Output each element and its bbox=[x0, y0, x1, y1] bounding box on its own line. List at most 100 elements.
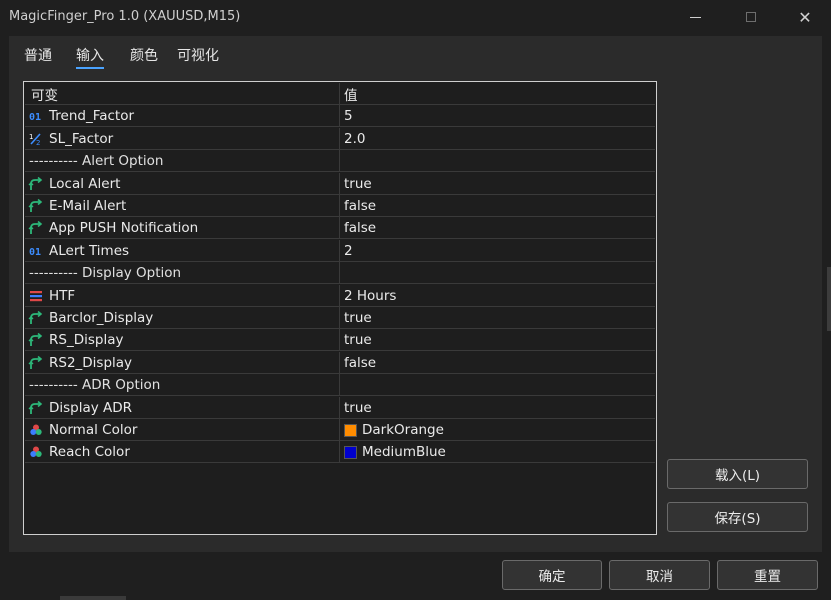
value-cell[interactable]: DarkOrange bbox=[341, 419, 655, 441]
variable-cell: 1 2 SL_Factor bbox=[25, 128, 340, 150]
value-cell[interactable]: true bbox=[341, 307, 655, 329]
variable-name: Local Alert bbox=[49, 176, 121, 192]
section-separator-row: ---------- Alert Option bbox=[25, 150, 655, 172]
variable-name: E-Mail Alert bbox=[49, 198, 127, 214]
maximize-button[interactable] bbox=[728, 0, 774, 34]
close-button[interactable]: ✕ bbox=[782, 0, 828, 34]
input-row[interactable]: RS_Display true bbox=[25, 329, 655, 351]
value-cell[interactable]: MediumBlue bbox=[341, 441, 655, 463]
svg-text:01: 01 bbox=[29, 112, 41, 122]
header-variable-cell: 可变 bbox=[25, 83, 340, 105]
value-cell[interactable]: 2 bbox=[341, 240, 655, 262]
tab-bar: 普通 输入 颜色 可视化 bbox=[9, 36, 409, 72]
variable-cell: Barclor_Display bbox=[25, 307, 340, 329]
variable-value: 2 Hours bbox=[344, 288, 397, 304]
tab-colors[interactable]: 颜色 bbox=[130, 45, 158, 65]
variable-cell: RS_Display bbox=[25, 329, 340, 351]
input-row[interactable]: 01 ALert Times 2 bbox=[25, 240, 655, 262]
variable-value: false bbox=[344, 198, 377, 214]
fraction-icon: 12 bbox=[26, 128, 46, 150]
enum-icon bbox=[26, 285, 46, 307]
variable-name: ---------- Display Option bbox=[29, 265, 182, 281]
minimize-icon bbox=[689, 16, 701, 18]
boolean-icon bbox=[26, 352, 46, 374]
variable-name: ---------- Alert Option bbox=[29, 153, 164, 169]
variable-name: Normal Color bbox=[49, 422, 138, 438]
input-row[interactable]: 01 Trend_Factor 5 bbox=[25, 105, 655, 127]
close-icon: ✕ bbox=[798, 7, 812, 27]
section-separator-row: ---------- ADR Option bbox=[25, 374, 655, 396]
variable-cell: HTF bbox=[25, 285, 340, 307]
input-row[interactable]: Display ADR true bbox=[25, 397, 655, 419]
color-swatch[interactable] bbox=[344, 445, 357, 459]
header-variable-label: 可变 bbox=[31, 88, 58, 104]
input-row[interactable]: Reach Color MediumBlue bbox=[25, 441, 655, 463]
minimize-button[interactable] bbox=[672, 0, 718, 34]
variable-name: Trend_Factor bbox=[49, 108, 135, 124]
header-value-cell: 值 bbox=[341, 83, 655, 105]
reset-button[interactable]: 重置 bbox=[717, 560, 818, 590]
value-cell[interactable]: true bbox=[341, 397, 655, 419]
tab-common[interactable]: 普通 bbox=[24, 45, 52, 65]
tab-visualization[interactable]: 可视化 bbox=[177, 45, 219, 65]
ok-button[interactable]: 确定 bbox=[502, 560, 602, 590]
maximize-icon bbox=[746, 12, 756, 22]
variable-value: true bbox=[344, 400, 372, 416]
variable-cell: RS2_Display bbox=[25, 352, 340, 374]
window-title: MagicFinger_Pro 1.0 (XAUUSD,M15) bbox=[9, 9, 241, 24]
value-cell[interactable]: 2.0 bbox=[341, 128, 655, 150]
integer-icon: 01 bbox=[26, 105, 46, 127]
value-cell[interactable]: 5 bbox=[341, 105, 655, 127]
variable-cell: ---------- Display Option bbox=[25, 262, 340, 284]
variable-cell: Normal Color bbox=[25, 419, 340, 441]
value-cell[interactable]: true bbox=[341, 329, 655, 351]
input-row[interactable]: Barclor_Display true bbox=[25, 307, 655, 329]
value-cell[interactable]: true bbox=[341, 173, 655, 195]
variable-value: DarkOrange bbox=[362, 422, 444, 438]
input-row[interactable]: E-Mail Alert false bbox=[25, 195, 655, 217]
boolean-icon bbox=[26, 195, 46, 217]
horizontal-scrollbar[interactable] bbox=[60, 596, 126, 600]
inputs-grid: 可变 值 01 Trend_Factor 5 1 2 SL_Factor 2.0 ------… bbox=[23, 81, 657, 535]
header-value-label: 值 bbox=[344, 88, 358, 104]
boolean-icon bbox=[26, 397, 46, 419]
integer-icon: 01 bbox=[26, 240, 46, 262]
variable-value: 2.0 bbox=[344, 131, 366, 147]
value-cell[interactable]: false bbox=[341, 352, 655, 374]
value-cell[interactable]: false bbox=[341, 217, 655, 239]
load-button[interactable]: 载入(L) bbox=[667, 459, 808, 489]
variable-name: ALert Times bbox=[49, 243, 130, 259]
variable-name: RS_Display bbox=[49, 332, 124, 348]
color-swatch[interactable] bbox=[344, 423, 357, 437]
input-row[interactable]: HTF 2 Hours bbox=[25, 285, 655, 307]
variable-name: Barclor_Display bbox=[49, 310, 154, 326]
cancel-button[interactable]: 取消 bbox=[609, 560, 710, 590]
input-row[interactable]: Local Alert true bbox=[25, 173, 655, 195]
variable-name: SL_Factor bbox=[49, 131, 114, 147]
tab-inputs[interactable]: 输入 bbox=[76, 45, 104, 65]
resize-handle[interactable] bbox=[827, 267, 831, 331]
color-icon bbox=[26, 441, 46, 463]
variable-name: RS2_Display bbox=[49, 355, 133, 371]
dialog-panel: 普通 输入 颜色 可视化 可变 值 01 Trend_Factor 5 1 2 SL_Fa… bbox=[9, 36, 822, 552]
save-button[interactable]: 保存(S) bbox=[667, 502, 808, 532]
value-cell[interactable]: 2 Hours bbox=[341, 285, 655, 307]
variable-value: false bbox=[344, 220, 377, 236]
input-row[interactable]: App PUSH Notification false bbox=[25, 217, 655, 239]
variable-cell: App PUSH Notification bbox=[25, 217, 340, 239]
input-row[interactable]: Normal Color DarkOrange bbox=[25, 419, 655, 441]
dialog-footer: 确定 取消 重置 bbox=[0, 552, 831, 600]
input-row[interactable]: 1 2 SL_Factor 2.0 bbox=[25, 128, 655, 150]
value-cell[interactable]: false bbox=[341, 195, 655, 217]
color-icon bbox=[26, 419, 46, 441]
variable-cell: ---------- ADR Option bbox=[25, 374, 340, 396]
input-row[interactable]: RS2_Display false bbox=[25, 352, 655, 374]
variable-name: Reach Color bbox=[49, 444, 130, 460]
title-bar: MagicFinger_Pro 1.0 (XAUUSD,M15) ✕ bbox=[0, 0, 831, 34]
variable-value: 5 bbox=[344, 108, 353, 124]
boolean-icon bbox=[26, 307, 46, 329]
variable-cell: E-Mail Alert bbox=[25, 195, 340, 217]
active-tab-indicator bbox=[76, 67, 104, 69]
svg-text:01: 01 bbox=[29, 247, 41, 257]
variable-cell: Display ADR bbox=[25, 397, 340, 419]
